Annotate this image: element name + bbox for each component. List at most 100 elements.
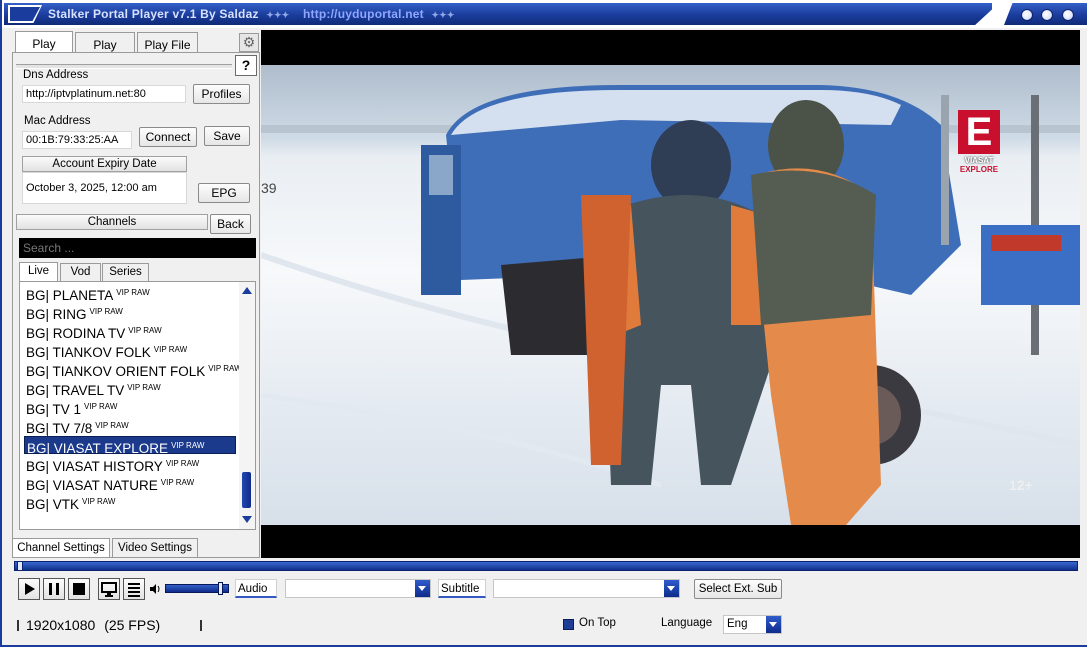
channel-name: BG| VIASAT HISTORY bbox=[26, 459, 163, 474]
select-ext-sub-button[interactable]: Select Ext. Sub bbox=[694, 579, 782, 599]
channel-logo-line2: EXPLORE bbox=[959, 165, 999, 174]
channel-tag: VIP RAW bbox=[116, 288, 150, 297]
mac-address-label: Mac Address bbox=[24, 115, 91, 127]
minimize-button[interactable] bbox=[1021, 9, 1033, 21]
seek-knob[interactable] bbox=[17, 561, 23, 571]
channel-name: BG| TIANKOV FOLK bbox=[26, 345, 151, 360]
scene-number: 39 bbox=[261, 180, 277, 196]
volume-knob[interactable] bbox=[218, 582, 223, 595]
channel-logo-letter: E bbox=[958, 110, 1000, 154]
audio-track-select[interactable] bbox=[285, 579, 431, 598]
channel-list-item[interactable]: BG| TRAVEL TV VIP RAW bbox=[24, 379, 236, 398]
stop-icon bbox=[73, 583, 85, 595]
channel-list-item[interactable]: BG| TV 1 VIP RAW bbox=[24, 398, 236, 417]
title-decoration: ✦✦✦ bbox=[266, 10, 290, 20]
channel-name: BG| VTK bbox=[26, 497, 80, 512]
back-button[interactable]: Back bbox=[210, 214, 251, 234]
scroll-down-icon[interactable] bbox=[242, 516, 252, 523]
connect-button[interactable]: Connect bbox=[139, 127, 197, 147]
help-button[interactable]: ? bbox=[235, 55, 257, 76]
channel-tag: VIP RAW bbox=[95, 421, 129, 430]
channel-list-item[interactable]: BG| TV 7/8 VIP RAW bbox=[24, 417, 236, 436]
language-value: Eng bbox=[727, 618, 748, 630]
window-title-text: Stalker Portal Player v7.1 By Saldaz bbox=[48, 7, 259, 21]
language-select[interactable]: Eng bbox=[723, 615, 782, 634]
pole bbox=[941, 95, 949, 245]
on-top-checkbox[interactable] bbox=[563, 619, 574, 630]
channel-list-item[interactable]: BG| TIANKOV ORIENT FOLK VIP RAW bbox=[24, 360, 242, 379]
chevron-down-icon[interactable] bbox=[415, 580, 430, 597]
app-window: Stalker Portal Player v7.1 By Saldaz ✦✦✦… bbox=[0, 0, 1087, 647]
channel-tag: VIP RAW bbox=[127, 383, 161, 392]
channel-list-item[interactable]: BG| RODINA TV VIP RAW bbox=[24, 322, 236, 341]
monitor-icon bbox=[101, 582, 117, 597]
channel-name: BG| RODINA TV bbox=[26, 326, 126, 341]
settings-gear-button[interactable]: ⚙ bbox=[239, 33, 259, 52]
close-button[interactable] bbox=[1062, 9, 1074, 21]
pause-button[interactable] bbox=[43, 578, 65, 600]
tab-channel-settings[interactable]: Channel Settings bbox=[12, 538, 110, 558]
scroll-up-icon[interactable] bbox=[242, 287, 252, 294]
stop-button[interactable] bbox=[68, 578, 90, 600]
channel-list-scrollbar[interactable] bbox=[239, 282, 255, 529]
list-icon bbox=[128, 583, 140, 597]
video-player[interactable]: 39 E VIASAT EXPLORE 12+ bbox=[261, 30, 1080, 558]
subtitle-label: Subtitle bbox=[438, 579, 486, 598]
subtab-series[interactable]: Series bbox=[102, 263, 149, 281]
channel-tag: VIP RAW bbox=[84, 402, 118, 411]
maximize-button[interactable] bbox=[1041, 9, 1053, 21]
chevron-down-icon[interactable] bbox=[664, 580, 679, 597]
subtab-vod[interactable]: Vod bbox=[60, 263, 101, 281]
tab-play-file[interactable]: Play File bbox=[137, 32, 198, 54]
account-expiry-header: Account Expiry Date bbox=[22, 156, 187, 172]
playlist-button[interactable] bbox=[123, 578, 145, 600]
title-decoration-2: ✦✦✦ bbox=[431, 10, 455, 20]
tab-play-mac[interactable]: Play Mac bbox=[15, 31, 73, 65]
resolution-value: 1920x1080 bbox=[26, 617, 96, 633]
subtitle-select[interactable] bbox=[493, 579, 680, 598]
channel-list-item[interactable]: BG| VIASAT NATURE VIP RAW bbox=[24, 474, 236, 493]
window-title: Stalker Portal Player v7.1 By Saldaz ✦✦✦… bbox=[48, 7, 459, 21]
dns-address-label: Dns Address bbox=[23, 69, 89, 81]
audio-label: Audio bbox=[235, 579, 277, 598]
channel-name: BG| TRAVEL TV bbox=[26, 383, 125, 398]
channel-tag: VIP RAW bbox=[89, 307, 123, 316]
channels-header: Channels bbox=[16, 214, 208, 230]
chevron-down-icon[interactable] bbox=[766, 616, 781, 633]
channel-tag: VIP RAW bbox=[128, 326, 162, 335]
seek-bar[interactable] bbox=[14, 561, 1078, 571]
channel-name: BG| VIASAT EXPLORE bbox=[27, 441, 169, 456]
play-button[interactable] bbox=[18, 578, 40, 600]
on-top-label: On Top bbox=[579, 617, 616, 629]
channel-name: BG| RING bbox=[26, 307, 87, 322]
subtab-live[interactable]: Live bbox=[19, 262, 58, 281]
fps-value: (25 FPS) bbox=[104, 617, 161, 633]
tab-play-url[interactable]: Play URL bbox=[75, 32, 135, 66]
channel-name: BG| PLANETA bbox=[26, 288, 114, 303]
tab-video-settings[interactable]: Video Settings bbox=[112, 538, 198, 558]
channel-list-item[interactable]: BG| TIANKOV FOLK VIP RAW bbox=[24, 341, 236, 360]
mac-address-field[interactable]: 00:1B:79:33:25:AA bbox=[22, 131, 132, 149]
title-bar[interactable]: Stalker Portal Player v7.1 By Saldaz ✦✦✦… bbox=[2, 0, 1087, 28]
channel-logo-line1: VIASAT bbox=[964, 156, 994, 165]
volume-slider[interactable] bbox=[165, 582, 229, 595]
fullscreen-button[interactable] bbox=[98, 578, 120, 600]
channel-list-item[interactable]: BG| VTK VIP RAW bbox=[24, 493, 236, 512]
scroll-thumb[interactable] bbox=[242, 472, 251, 508]
dns-address-field[interactable]: http://iptvplatinum.net:80 bbox=[22, 85, 186, 103]
language-label: Language bbox=[661, 617, 713, 629]
account-expiry-value: October 3, 2025, 12:00 am bbox=[22, 172, 187, 204]
search-input[interactable]: Search ... bbox=[19, 238, 256, 258]
age-rating: 12+ bbox=[1009, 477, 1033, 493]
play-mac-panel: ? Dns Address http://iptvplatinum.net:80… bbox=[12, 52, 260, 558]
epg-button[interactable]: EPG bbox=[198, 183, 250, 203]
channel-list-item[interactable]: BG| PLANETA VIP RAW bbox=[24, 284, 236, 303]
profiles-button[interactable]: Profiles bbox=[193, 84, 250, 104]
window-title-url: http://uyduportal.net bbox=[302, 7, 424, 21]
channel-list-item[interactable]: BG| VIASAT HISTORY VIP RAW bbox=[24, 455, 236, 474]
truck-window bbox=[429, 155, 453, 195]
channel-list-item[interactable]: BG| VIASAT EXPLORE VIP RAW bbox=[23, 435, 237, 456]
save-button[interactable]: Save bbox=[204, 126, 250, 146]
channel-list-item[interactable]: BG| RING VIP RAW bbox=[24, 303, 236, 322]
channel-list[interactable]: BG| PLANETA VIP RAW BG| RING VIP RAW BG| ROD… bbox=[19, 281, 256, 530]
